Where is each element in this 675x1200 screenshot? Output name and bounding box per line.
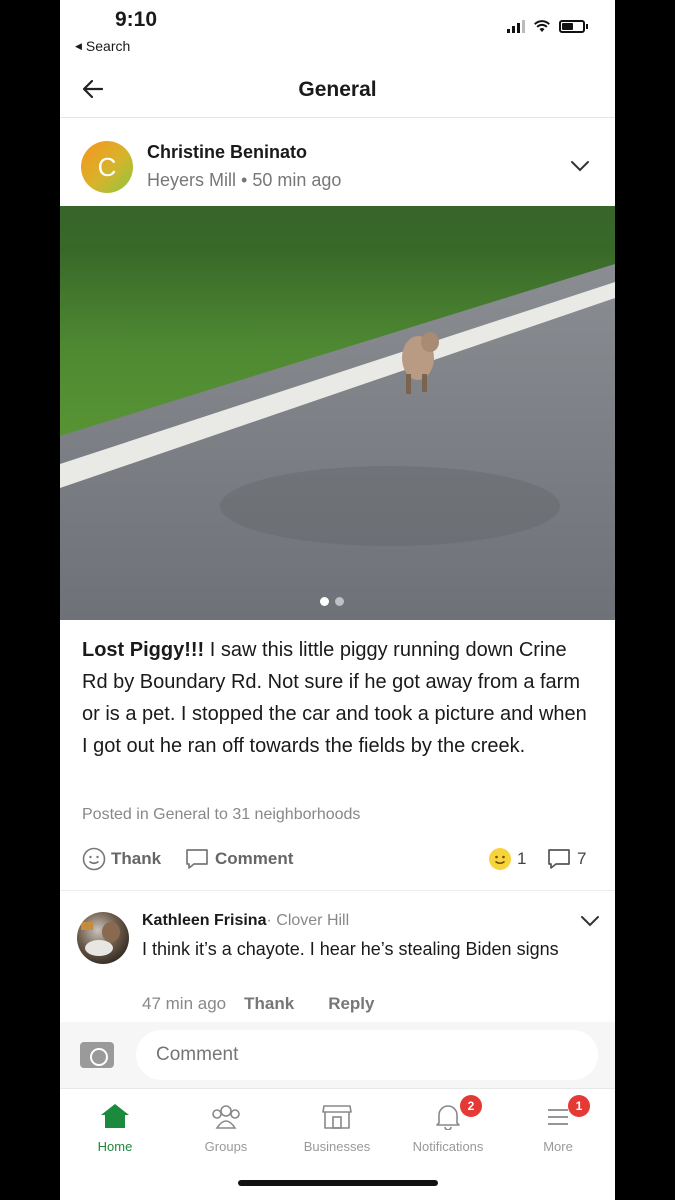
commenter-name-row: Kathleen Frisina· Clover Hill: [142, 912, 349, 930]
comment-text: I think it’s a chayote. I hear he’s stea…: [142, 939, 559, 959]
tab-groups-label: Groups: [204, 1139, 248, 1154]
tab-notifications[interactable]: 2 Notifications: [398, 1095, 498, 1154]
back-search-label: Search: [85, 38, 131, 54]
comment-count-icon: [548, 849, 570, 869]
groups-icon: [212, 1105, 240, 1129]
status-icons: [507, 20, 588, 33]
tab-notifications-label: Notifications: [412, 1139, 484, 1154]
comment-button[interactable]: Comment: [184, 847, 293, 871]
post-author-row: C Christine Beninato Heyers Mill • 50 mi…: [60, 118, 615, 206]
bell-icon: [436, 1105, 460, 1130]
carousel-dot-active[interactable]: [320, 597, 329, 606]
post-photo[interactable]: [60, 206, 615, 620]
tab-home-label: Home: [97, 1139, 133, 1154]
author-avatar[interactable]: C: [81, 141, 133, 193]
smiley-reaction-icon: [489, 848, 511, 870]
comment-bubble-icon: [186, 849, 208, 869]
camera-icon[interactable]: [80, 1042, 114, 1068]
back-triangle-icon: ◀: [75, 40, 82, 51]
thank-button[interactable]: Thank: [82, 847, 161, 871]
comment-composer: [60, 1022, 615, 1088]
comment-meta: 47 min ago Thank Reply: [142, 994, 374, 1014]
page-title: General: [298, 78, 377, 101]
commenter-name[interactable]: Kathleen Frisina: [142, 912, 266, 929]
carousel-dot[interactable]: [335, 597, 344, 606]
status-time: 9:10: [115, 8, 158, 31]
tab-groups[interactable]: Groups: [176, 1101, 276, 1154]
businesses-icon: [322, 1105, 352, 1129]
tab-more-label: More: [543, 1139, 573, 1154]
post-body: Lost Piggy!!! I saw this little piggy ru…: [82, 634, 592, 762]
comment-label: Comment: [215, 849, 294, 868]
comment-thank-button[interactable]: Thank: [244, 994, 294, 1014]
thank-label: Thank: [111, 849, 162, 868]
reaction-count: 1: [517, 849, 527, 868]
post-options-chevron-icon[interactable]: [569, 159, 591, 173]
wifi-icon: [534, 20, 550, 32]
commenter-avatar[interactable]: [77, 912, 129, 964]
battery-icon: [559, 20, 588, 33]
tab-more[interactable]: 1 More: [508, 1095, 608, 1154]
commenter-neighborhood[interactable]: · Clover Hill: [266, 912, 349, 929]
author-neighborhood[interactable]: Heyers Mill: [147, 170, 236, 190]
phone-screen: 9:10 ◀ Search General C Christine Benina…: [60, 0, 615, 1200]
back-to-search-link[interactable]: ◀ Search: [75, 38, 130, 54]
home-indicator[interactable]: [238, 1180, 438, 1186]
cellular-signal-icon: [507, 20, 525, 33]
reactions-count[interactable]: 1: [488, 847, 526, 871]
comment-count: 7: [577, 849, 587, 868]
comment-options-chevron-icon[interactable]: [579, 914, 601, 928]
author-name[interactable]: Christine Beninato: [147, 142, 307, 163]
commenter-photo: [81, 922, 120, 956]
home-icon: [101, 1104, 129, 1128]
comment-time: 47 min ago: [142, 994, 227, 1013]
notifications-badge: 2: [460, 1095, 482, 1117]
posted-in-link[interactable]: Posted in General to 31 neighborhoods: [82, 806, 360, 824]
page-header: General: [60, 62, 615, 118]
tab-businesses-label: Businesses: [303, 1139, 371, 1154]
section-divider: [60, 890, 615, 891]
post-actions: Thank Comment 1 7: [60, 840, 615, 878]
photo-carousel-dots[interactable]: [320, 597, 344, 606]
tab-businesses[interactable]: Businesses: [287, 1101, 387, 1154]
post-title: Lost Piggy!!!: [82, 639, 205, 661]
post-meta: Heyers Mill • 50 min ago: [147, 170, 341, 191]
comment-reply-button[interactable]: Reply: [328, 994, 374, 1014]
meta-separator: •: [241, 170, 248, 190]
comments-count[interactable]: 7: [546, 847, 586, 871]
post-time: 50 min ago: [252, 170, 342, 190]
tab-home[interactable]: Home: [65, 1101, 165, 1154]
smiley-outline-icon: [82, 847, 106, 871]
more-badge: 1: [568, 1095, 590, 1117]
comment-input[interactable]: [136, 1030, 598, 1080]
status-bar: 9:10 ◀ Search: [60, 0, 615, 62]
